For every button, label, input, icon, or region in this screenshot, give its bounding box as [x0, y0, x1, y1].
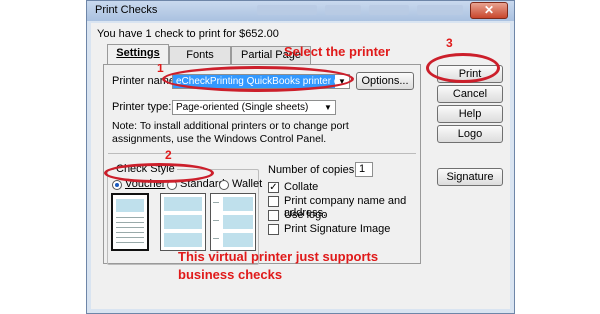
use-logo-checkbox[interactable] [268, 210, 279, 221]
title-bar[interactable]: Print Checks ✕ [87, 1, 514, 21]
options-button-label: Options... [361, 75, 409, 87]
collate-checkbox[interactable]: ✓ [268, 182, 279, 193]
virtual-printer-note-line2: business checks [178, 267, 283, 282]
wallet-radio[interactable] [219, 180, 229, 190]
help-button-label: Help [458, 108, 482, 120]
voucher-standard-highlight-ellipse [104, 163, 214, 183]
blurred-background-text [325, 5, 361, 15]
select-printer-annotation: Select the printer [284, 44, 391, 59]
voucher-preview-image [111, 193, 149, 251]
virtual-printer-note-line1: This virtual printer just supports [178, 249, 379, 264]
voucher-radio[interactable] [112, 180, 122, 190]
printer-name-highlight-ellipse [162, 66, 354, 92]
step-2-marker: 2 [165, 148, 172, 162]
tab-fonts[interactable]: Fonts [169, 46, 231, 64]
chevron-down-icon: ▼ [321, 101, 335, 114]
print-button-highlight-ellipse [426, 53, 500, 83]
tab-fonts-label: Fonts [186, 49, 214, 61]
standard-preview-image [160, 193, 206, 251]
step-3-marker: 3 [446, 36, 453, 50]
wallet-preview-image [210, 193, 256, 251]
tab-settings[interactable]: Settings [107, 44, 169, 64]
copies-label: Number of copies: [268, 164, 358, 176]
logo-button-label: Logo [457, 128, 483, 140]
signature-button-label: Signature [446, 171, 494, 183]
print-signature-image-checkbox[interactable] [268, 224, 279, 235]
blurred-background-text [257, 5, 317, 15]
copies-input[interactable]: 1 [355, 162, 373, 177]
options-button[interactable]: Options... [356, 72, 414, 90]
tab-settings-label: Settings [116, 47, 160, 59]
cancel-button-label: Cancel [452, 88, 488, 100]
checkmark-icon: ✓ [269, 182, 278, 193]
blurred-background-text [417, 5, 463, 15]
signature-button[interactable]: Signature [437, 168, 503, 186]
logo-button[interactable]: Logo [437, 125, 503, 143]
wallet-label: Wallet [232, 178, 263, 190]
printer-type-value: Page-oriented (Single sheets) [176, 102, 309, 113]
use-logo-label: Use logo [284, 209, 328, 221]
print-company-name-checkbox[interactable] [268, 196, 279, 207]
blurred-background-text [369, 5, 409, 15]
check-count-info: You have 1 check to print for $652.00 [97, 28, 279, 40]
printer-type-label: Printer type: [112, 101, 172, 113]
close-icon: ✕ [483, 3, 495, 17]
cancel-button[interactable]: Cancel [437, 85, 503, 103]
printer-note: Note: To install additional printers or … [112, 120, 349, 145]
printer-type-select[interactable]: Page-oriented (Single sheets) ▼ [172, 100, 336, 115]
close-button[interactable]: ✕ [470, 2, 508, 19]
collate-label: Collate [284, 181, 319, 193]
help-button[interactable]: Help [437, 105, 503, 123]
window-title: Print Checks [95, 4, 158, 16]
print-signature-image-label: Print Signature Image [284, 223, 391, 235]
divider [108, 153, 416, 154]
